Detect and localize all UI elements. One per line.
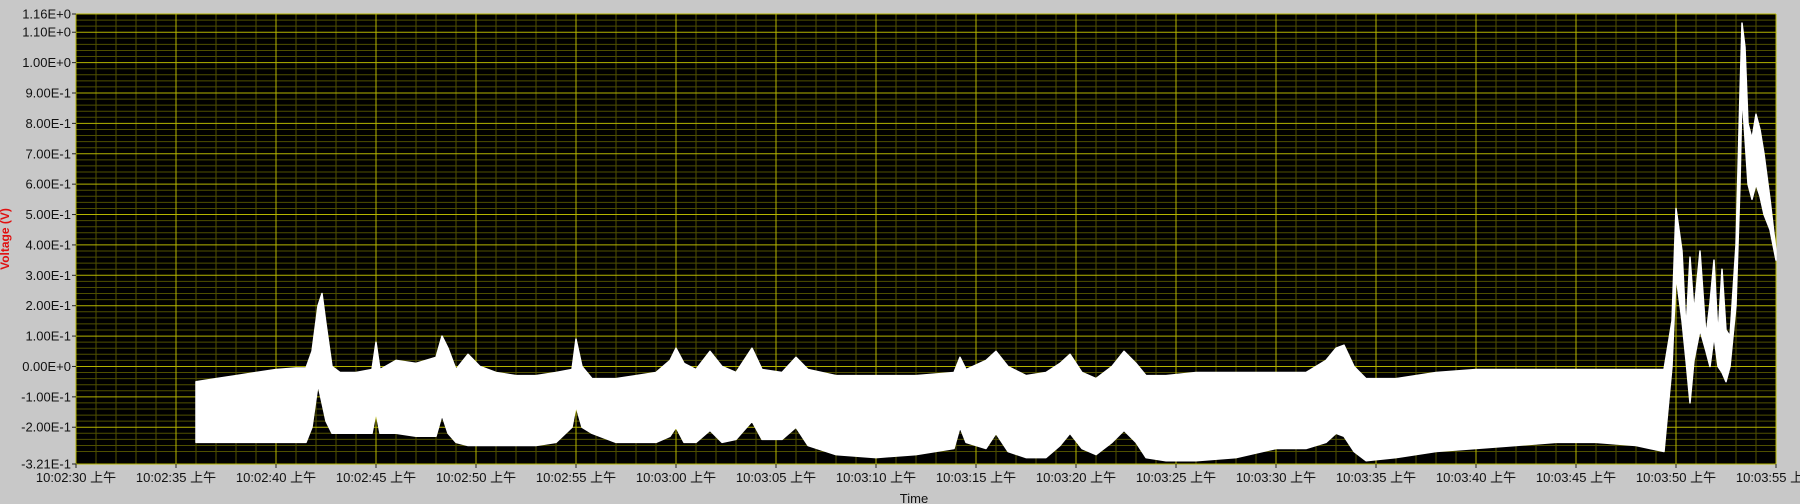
x-tick-label: 10:03:05 上午: [736, 470, 816, 485]
y-tick-label: 5.00E-1: [25, 207, 71, 222]
y-tick-label: -1.00E-1: [21, 389, 71, 404]
x-tick-label: 10:02:45 上午: [336, 470, 416, 485]
x-tick-label: 10:03:35 上午: [1336, 470, 1416, 485]
x-tick-label: 10:03:30 上午: [1236, 470, 1316, 485]
y-tick-label: 9.00E-1: [25, 86, 71, 101]
y-axis-label: Voltage (V): [0, 208, 12, 270]
y-tick-label: -2.00E-1: [21, 420, 71, 435]
y-tick-label: 0.00E+0: [22, 359, 71, 374]
x-tick-label: 10:03:15 上午: [936, 470, 1016, 485]
y-tick-label: 1.00E+0: [22, 55, 71, 70]
voltage-chart: 1.16E+0 1.10E+0 1.00E+0 9.00E-1 8.00E-1 7.00E…: [0, 0, 1800, 504]
x-tick-label: 10:03:50 上午: [1636, 470, 1716, 485]
x-tick-label: 10:03:10 上午: [836, 470, 916, 485]
y-tick-label: 1.10E+0: [22, 25, 71, 40]
y-tick-label: 7.00E-1: [25, 146, 71, 161]
y-tick-label: 3.00E-1: [25, 268, 71, 283]
x-tick-label: 10:02:40 上午: [236, 470, 316, 485]
x-tick-label: 10:02:55 上午: [536, 470, 616, 485]
y-tick-label: 4.00E-1: [25, 237, 71, 252]
x-tick-label: 10:03:55 上午: [1736, 470, 1800, 485]
x-tick-label: 10:02:30 上午: [36, 470, 116, 485]
x-tick-label: 10:02:50 上午: [436, 470, 516, 485]
x-tick-label: 10:03:45 上午: [1536, 470, 1616, 485]
x-tick-label: 10:03:20 上午: [1036, 470, 1116, 485]
y-tick-label: 2.00E-1: [25, 298, 71, 313]
x-tick-label: 10:03:00 上午: [636, 470, 716, 485]
x-tick-label: 10:03:40 上午: [1436, 470, 1516, 485]
x-axis-label: Time: [900, 491, 928, 504]
x-tick-label: 10:03:25 上午: [1136, 470, 1216, 485]
y-tick-label: 1.00E-1: [25, 329, 71, 344]
y-tick-label: 8.00E-1: [25, 116, 71, 131]
chart-svg: 1.16E+0 1.10E+0 1.00E+0 9.00E-1 8.00E-1 7.00E…: [0, 0, 1800, 504]
y-tick-label: 6.00E-1: [25, 177, 71, 192]
x-tick-label: 10:02:35 上午: [136, 470, 216, 485]
y-tick-label: 1.16E+0: [22, 7, 71, 22]
